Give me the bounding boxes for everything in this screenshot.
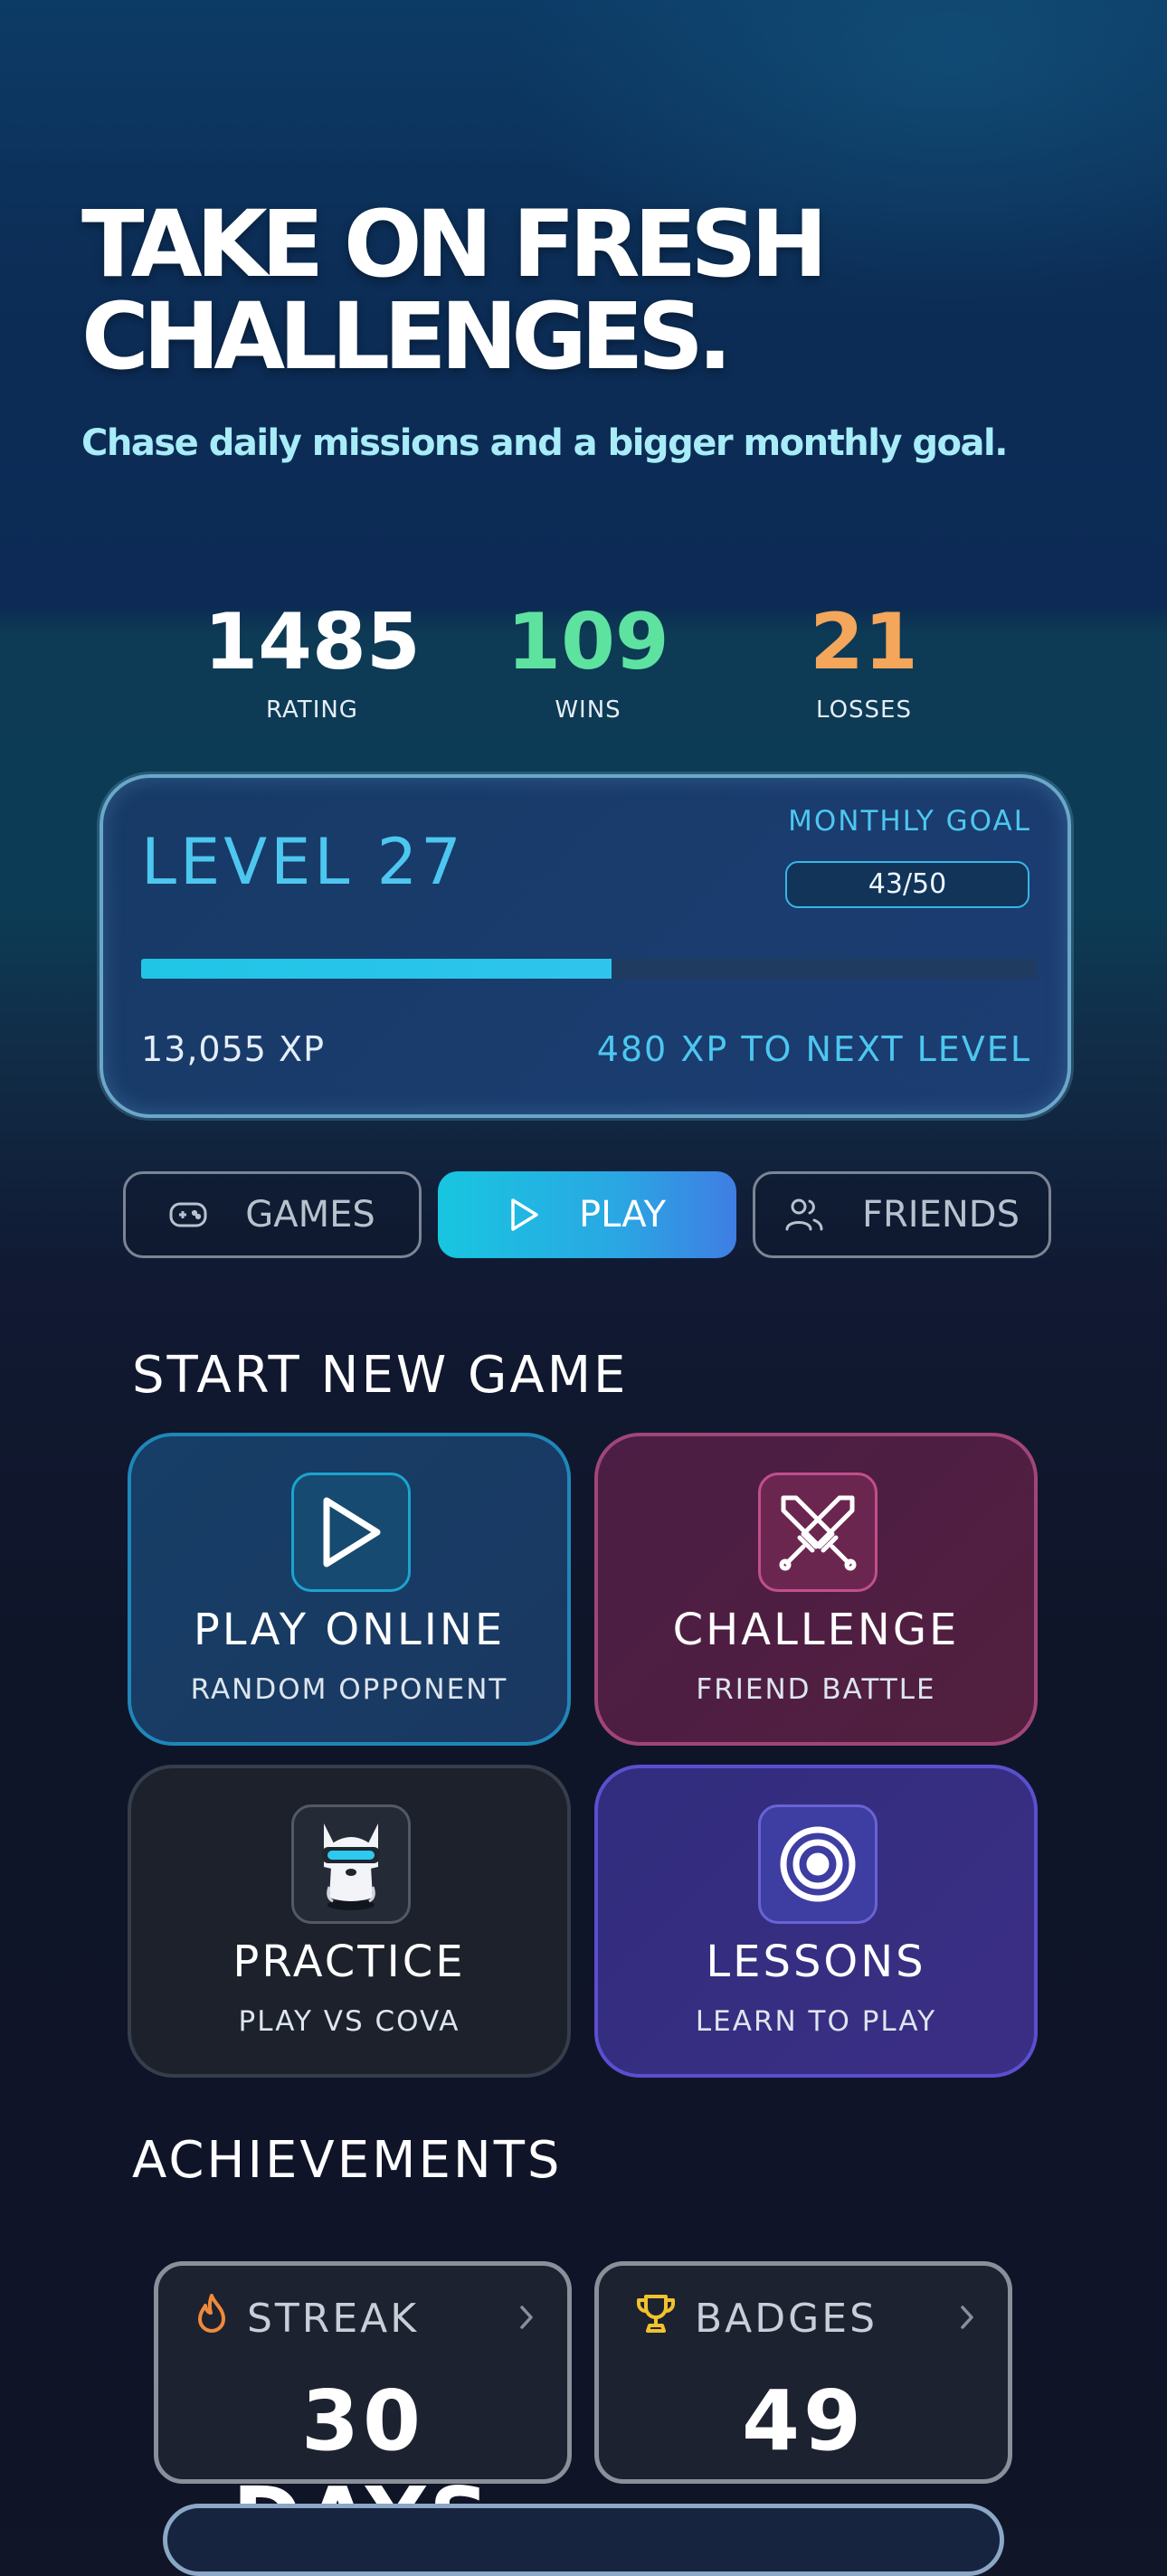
stat-losses: 21 LOSSES <box>728 597 1000 724</box>
tab-play[interactable]: PLAY <box>438 1171 736 1258</box>
achievement-streak-card[interactable]: STREAK 30 DAYS <box>154 2261 572 2566</box>
lessons-title: LESSONS <box>706 1937 926 1987</box>
challenge-title: CHALLENGE <box>672 1605 960 1655</box>
play-icon <box>291 1473 411 1592</box>
play-online-subtitle: RANDOM OPPONENT <box>190 1673 508 1706</box>
monthly-goal-label: MONTHLY GOAL <box>788 805 1031 838</box>
hero-banner: TAKE ON FRESH CHALLENGES. Chase daily mi… <box>0 0 1167 608</box>
hero-subtitle: Chase daily missions and a bigger monthl… <box>81 422 1008 464</box>
chevron-right-icon <box>959 2304 975 2335</box>
xp-progress-bar <box>141 959 1037 979</box>
stat-losses-label: LOSSES <box>816 696 912 724</box>
badges-label: BADGES <box>695 2296 878 2342</box>
stat-wins-label: WINS <box>555 696 621 724</box>
xp-to-next-level: 480 XP TO NEXT LEVEL <box>596 1029 1031 1069</box>
tab-friends[interactable]: FRIENDS <box>753 1171 1051 1258</box>
lessons-tile[interactable]: LESSONS LEARN TO PLAY <box>594 1765 1038 2078</box>
play-online-tile[interactable]: PLAY ONLINE RANDOM OPPONENT <box>128 1433 571 1746</box>
play-online-title: PLAY ONLINE <box>193 1605 506 1655</box>
practice-tile[interactable]: PRACTICE PLAY VS COVA <box>128 1765 571 2078</box>
stat-wins: 109 WINS <box>452 597 724 724</box>
monthly-goal-badge: 43/50 <box>785 861 1029 908</box>
robot-dog-icon <box>291 1804 411 1924</box>
tab-play-label: PLAY <box>578 1194 666 1236</box>
streak-header: STREAK <box>194 2293 419 2344</box>
crossed-swords-icon <box>758 1473 878 1592</box>
badges-value: 49 <box>741 2372 866 2469</box>
play-icon <box>508 1197 541 1233</box>
badges-header: BADGES <box>635 2293 878 2344</box>
level-title: LEVEL 27 <box>141 825 465 899</box>
hero-title: TAKE ON FRESH CHALLENGES. <box>81 199 1077 384</box>
challenge-tile[interactable]: CHALLENGE FRIEND BATTLE <box>594 1433 1038 1746</box>
tab-friends-label: FRIENDS <box>862 1194 1020 1236</box>
section-title-achievements: ACHIEVEMENTS <box>132 2131 563 2190</box>
achievement-badges-card[interactable]: BADGES 49 <box>594 2261 1012 2484</box>
xp-total: 13,055 XP <box>141 1029 325 1069</box>
gamepad-icon <box>169 1200 207 1229</box>
level-card[interactable]: LEVEL 27 MONTHLY GOAL 43/50 13,055 XP 48… <box>100 774 1071 1118</box>
stat-rating-label: RATING <box>266 696 358 724</box>
hero-title-line-2: CHALLENGES. <box>81 283 733 391</box>
stat-rating-value: 1485 <box>204 597 421 687</box>
chevron-right-icon <box>518 2304 535 2335</box>
practice-subtitle: PLAY VS COVA <box>238 2005 460 2038</box>
streak-label: STREAK <box>247 2296 420 2342</box>
practice-title: PRACTICE <box>232 1937 466 1987</box>
challenge-subtitle: FRIEND BATTLE <box>696 1673 936 1706</box>
hero-title-line-1: TAKE ON FRESH <box>81 191 828 298</box>
tab-games[interactable]: GAMES <box>123 1171 422 1258</box>
lessons-subtitle: LEARN TO PLAY <box>695 2005 937 2038</box>
stat-losses-value: 21 <box>810 597 918 687</box>
section-title-start-new-game: START NEW GAME <box>132 1346 629 1405</box>
stat-wins-value: 109 <box>507 597 669 687</box>
xp-progress-fill <box>141 959 612 979</box>
target-icon <box>758 1804 878 1924</box>
next-card-partial[interactable] <box>163 2504 1004 2576</box>
stat-rating: 1485 RATING <box>176 597 448 724</box>
flame-icon <box>194 2293 229 2344</box>
trophy-icon <box>635 2293 677 2344</box>
users-icon <box>784 1197 824 1233</box>
tab-games-label: GAMES <box>245 1194 375 1236</box>
